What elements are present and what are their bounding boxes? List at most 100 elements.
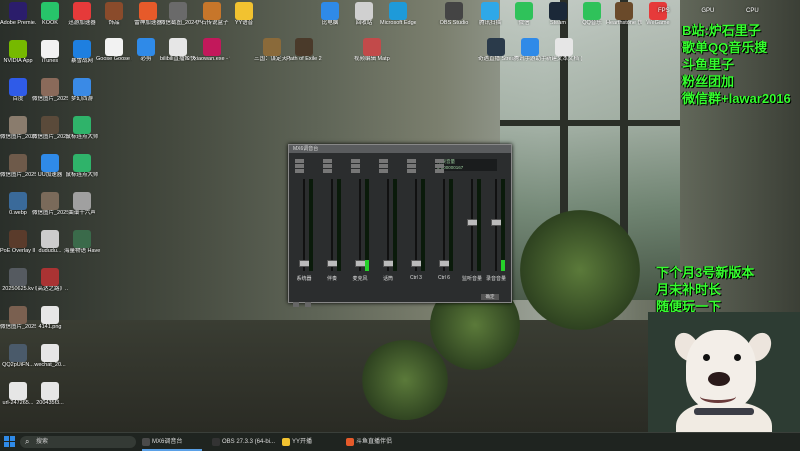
- desktop-icon[interactable]: YY语音: [226, 2, 262, 26]
- mixer-toggle-button[interactable]: [295, 164, 304, 168]
- desktop-icon[interactable]: 视频编辑 Matplotlib...: [354, 38, 390, 62]
- mixer-toggle-button[interactable]: [407, 164, 416, 168]
- desktop-icon[interactable]: 腾讯手游助手: [512, 38, 548, 62]
- mixer-toggle-button[interactable]: [351, 159, 360, 163]
- desktop-icon-label: 腾讯扫描: [478, 20, 501, 26]
- app-icon: [615, 2, 633, 20]
- desktop-icon[interactable]: 回收站: [346, 2, 382, 26]
- desktop-icon-label: 梦幻西游: [70, 96, 93, 102]
- desktop-icon[interactable]: 三国：谋定天下: [254, 38, 290, 62]
- desktop-icon[interactable]: QQ音乐: [574, 2, 610, 26]
- desktop-icon[interactable]: 炉石传说盒子: [194, 2, 230, 26]
- desktop-icon[interactable]: 比电脑: [312, 2, 348, 26]
- desktop-icon[interactable]: 暴雪战网: [64, 40, 100, 64]
- desktop-icon[interactable]: xiaowan.exe - 快捷方式: [194, 38, 230, 62]
- mixer-toggle-button[interactable]: [323, 159, 332, 163]
- level-meter: [501, 179, 505, 271]
- taskbar-item[interactable]: 斗鱼直播伴侣: [346, 435, 406, 449]
- desktop-icon[interactable]: QQ2pUiFN...: [0, 344, 36, 368]
- desktop-icon-label: xiaowan.exe - 快捷方式: [194, 56, 230, 62]
- mixer-toggle-button[interactable]: [379, 169, 388, 173]
- mixer-toggle-button[interactable]: [351, 164, 360, 168]
- desktop-icon[interactable]: 微信图片_2025071...: [32, 192, 68, 216]
- mixer-toggle-button[interactable]: [435, 164, 444, 168]
- desktop-icon[interactable]: 200435f3...: [32, 382, 68, 406]
- desktop-icon[interactable]: 20250625.kv: [0, 268, 36, 292]
- desktop-icon[interactable]: 微信截图_2024071...: [160, 2, 196, 26]
- mixer-toggle-button[interactable]: [435, 169, 444, 173]
- desktop-icon[interactable]: 微信图片_2025062...: [0, 306, 36, 330]
- taskbar-search[interactable]: ⌕ 搜索: [20, 436, 136, 448]
- mixer-footer-button[interactable]: [305, 302, 312, 307]
- desktop-icon[interactable]: 鼠标连点大师: [64, 154, 100, 178]
- desktop-icon[interactable]: Adobe Premie...: [0, 2, 36, 26]
- desktop-icon[interactable]: 饰品: [96, 2, 132, 26]
- taskbar-item[interactable]: OBS 27.3.3 (64-bi...: [212, 435, 280, 449]
- mixer-toggle-button[interactable]: [295, 169, 304, 173]
- desktop-icon[interactable]: 微信图片_2025...: [0, 154, 36, 178]
- desktop-icon-label: 《高达之路》...: [32, 286, 68, 292]
- desktop-icon[interactable]: 海量物语 Havendock: [64, 230, 100, 254]
- desktop-icon[interactable]: 曲谱十六声: [64, 192, 100, 216]
- wallpaper-plant: [520, 210, 640, 330]
- desktop-icon-label: 新建文本文档 (8).txt: [546, 56, 582, 62]
- desktop-icon[interactable]: 必剪: [128, 38, 164, 62]
- mixer-ok-button[interactable]: 确定: [481, 294, 499, 300]
- desktop-icon-label: 奇遇直播 Streamlit...: [478, 56, 514, 62]
- desktop-icon[interactable]: Microsoft Edge: [380, 2, 416, 26]
- app-icon: [212, 438, 220, 446]
- mixer-toggle-button[interactable]: [379, 159, 388, 163]
- desktop-icon[interactable]: WeGame: [640, 2, 676, 26]
- desktop-icon[interactable]: 腾讯扫描: [472, 2, 508, 26]
- desktop-icon-label: QQ2pUiFN...: [2, 362, 34, 368]
- desktop-icon[interactable]: url-247265...: [0, 382, 36, 406]
- desktop-icon[interactable]: Steam: [540, 2, 576, 26]
- taskbar-item[interactable]: YY开播: [282, 435, 342, 449]
- mixer-toggle-button[interactable]: [407, 159, 416, 163]
- mixer-toggle-button[interactable]: [435, 159, 444, 163]
- mixer-toggle-button[interactable]: [295, 159, 304, 163]
- mixer-footer-button[interactable]: [293, 302, 299, 307]
- mixer-titlebar[interactable]: MX6调音台: [289, 145, 511, 153]
- desktop-icon[interactable]: OBS Studio: [436, 2, 472, 26]
- start-button[interactable]: [4, 436, 16, 448]
- desktop-icon[interactable]: 奇遇直播 Streamlit...: [478, 38, 514, 62]
- desktop-icon[interactable]: 微信: [506, 2, 542, 26]
- desktop-icon[interactable]: 4141.png: [32, 306, 68, 330]
- desktop-icon[interactable]: 0.webp: [0, 192, 36, 216]
- level-meter: [337, 179, 341, 271]
- desktop-icon[interactable]: 《高达之路》...: [32, 268, 68, 292]
- desktop-icon[interactable]: Path of Exile 2: [286, 38, 322, 62]
- mixer-channel: 伴奏: [321, 157, 343, 293]
- overlay-line: 下个月3号新版本: [656, 265, 755, 280]
- mixer-toggle-button[interactable]: [379, 164, 388, 168]
- desktop-icon[interactable]: 鼠标连点大师: [64, 116, 100, 140]
- desktop-icon[interactable]: 迅游加速器: [64, 2, 100, 26]
- desktop-icon-label: 曲谱十六声: [68, 210, 96, 216]
- desktop-icon[interactable]: dududu...: [32, 230, 68, 254]
- desktop-icon[interactable]: Hearthstone 快速方式: [606, 2, 642, 26]
- taskbar-item[interactable]: MX6调音台: [142, 435, 202, 451]
- desktop-icon[interactable]: wechat_20...: [32, 344, 68, 368]
- desktop-icon[interactable]: KOOK: [32, 2, 68, 26]
- desktop-icon[interactable]: NVIDIA App: [0, 40, 36, 64]
- desktop-icon[interactable]: 微信图片_2025072...: [32, 116, 68, 140]
- desktop-icon[interactable]: iTunes: [32, 40, 68, 64]
- desktop-icon[interactable]: bilibili直播姬快捷方式: [160, 38, 196, 62]
- desktop-icon[interactable]: 微信图片_20250...: [0, 116, 36, 140]
- mixer-toggle-button[interactable]: [351, 169, 360, 173]
- mixer-window[interactable]: MX6调音台 效果音量 0 000000167 系统器 伴奏 麦克风 话筒 Ctrl 3…: [288, 144, 512, 307]
- desktop-icon[interactable]: UU加速器: [32, 154, 68, 178]
- desktop-icon[interactable]: 梦幻西游: [64, 78, 100, 102]
- desktop-icon[interactable]: 微信图片_2025072...: [32, 78, 68, 102]
- mixer-toggle-button[interactable]: [407, 169, 416, 173]
- mixer-toggle-button[interactable]: [323, 169, 332, 173]
- desktop-icon[interactable]: PoE Overlay II Standal...: [0, 230, 36, 254]
- desktop-icon[interactable]: 新建文本文档 (8).txt: [546, 38, 582, 62]
- desktop-icon[interactable]: 百度: [0, 78, 36, 102]
- app-icon: [73, 154, 91, 172]
- mixer-toggle-button[interactable]: [323, 164, 332, 168]
- mixer-channel-name: Ctrl 6: [438, 275, 450, 281]
- desktop-icon[interactable]: Goose Goose Duck: [96, 38, 132, 62]
- desktop-icon-label: 200435f3...: [36, 400, 64, 406]
